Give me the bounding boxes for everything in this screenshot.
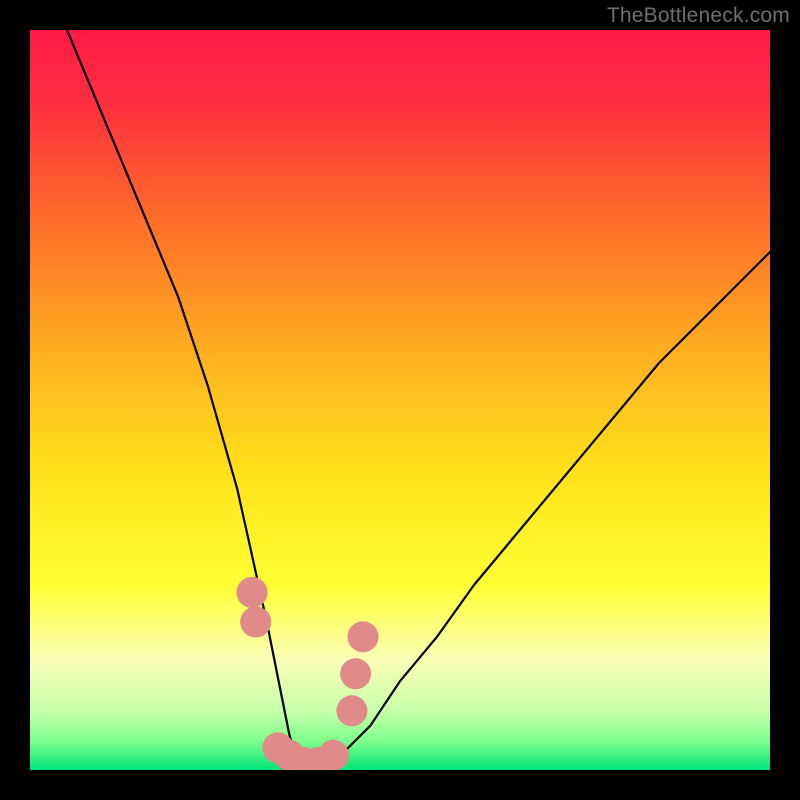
data-marker: [340, 658, 371, 689]
curve-markers: [236, 577, 378, 770]
data-marker: [236, 577, 267, 608]
outer-frame: TheBottleneck.com: [0, 0, 800, 800]
data-marker: [347, 621, 378, 652]
data-marker: [240, 606, 271, 637]
plot-area: [30, 30, 770, 770]
attribution-text: TheBottleneck.com: [607, 4, 790, 28]
bottleneck-curve: [67, 30, 770, 770]
data-marker: [318, 740, 349, 770]
data-marker: [336, 695, 367, 726]
chart-svg: [30, 30, 770, 770]
